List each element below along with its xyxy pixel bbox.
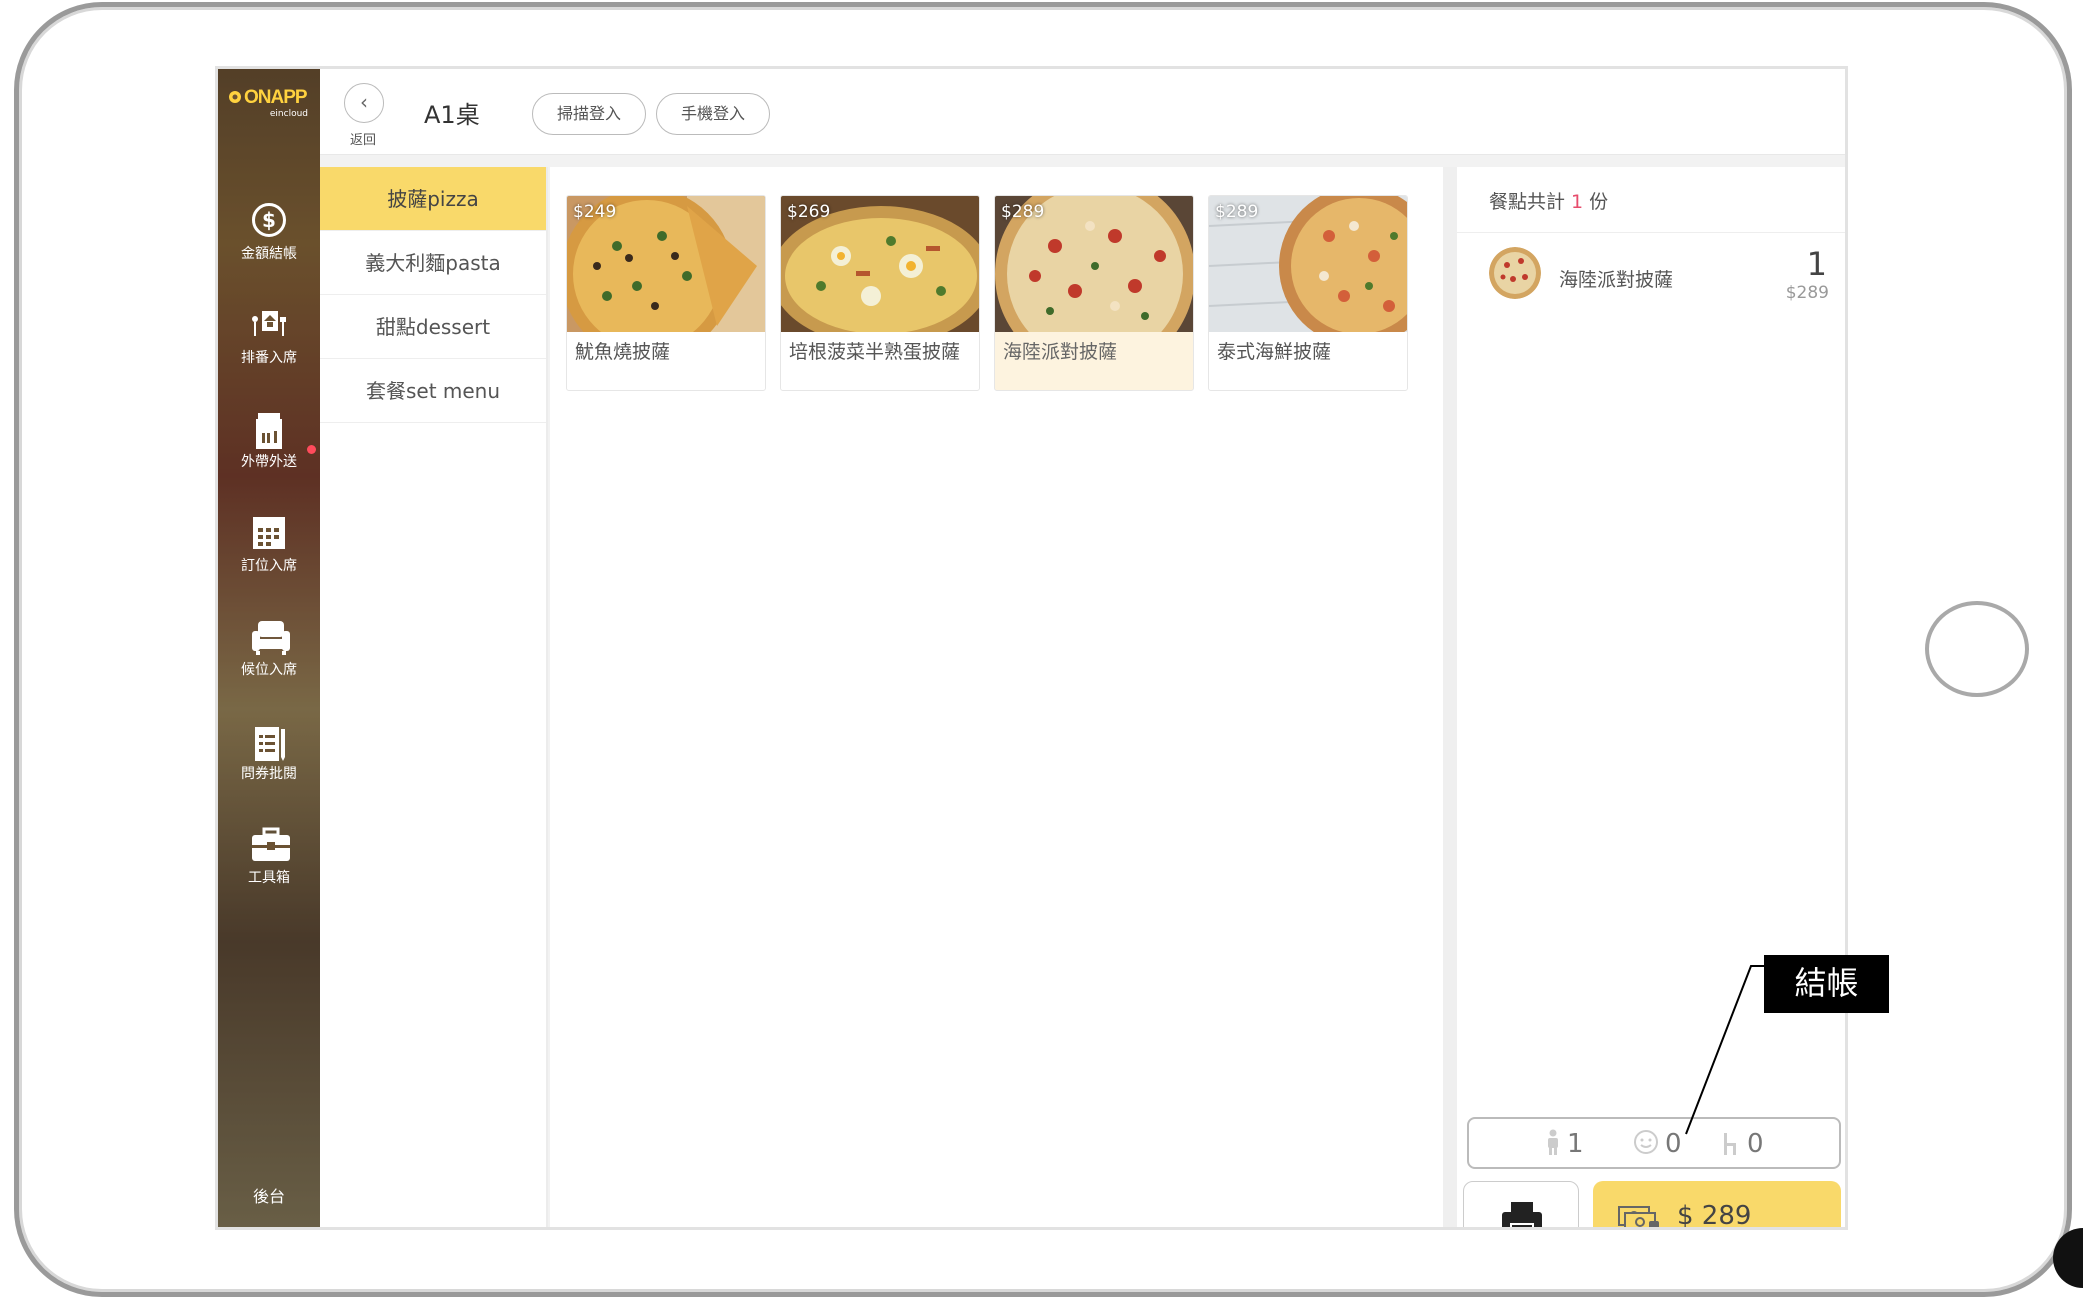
app-logo: ONAPP eincloud	[226, 87, 314, 147]
printer-icon	[1502, 1202, 1542, 1227]
sidebar-item-label: 問券批閱	[241, 766, 297, 782]
adult-count: 1	[1567, 1129, 1584, 1159]
cash-icon	[1618, 1206, 1659, 1227]
print-button[interactable]	[1463, 1181, 1579, 1227]
item-price: $249	[573, 202, 617, 222]
toolbox-icon	[250, 827, 290, 863]
calendar-icon	[250, 515, 288, 551]
takeout-bag-icon	[250, 411, 288, 449]
category-pizza[interactable]: 披薩pizza	[320, 167, 546, 231]
high-chair-count: 0	[1747, 1129, 1764, 1159]
item-price: $269	[787, 202, 831, 222]
item-name: 泰式海鮮披薩	[1217, 341, 1332, 363]
category-pasta[interactable]: 義大利麵pasta	[320, 231, 546, 295]
sidebar-item-label: 訂位入席	[241, 558, 297, 574]
home-button[interactable]	[1925, 601, 2029, 697]
armchair-icon	[250, 619, 290, 655]
sidebar-item-backend[interactable]: 後台	[218, 1183, 320, 1207]
menu-item-card-selected[interactable]: $289 海陸派對披薩	[994, 195, 1194, 391]
logo-mark: ONAPP	[226, 87, 314, 109]
order-item-name: 海陸派對披薩	[1559, 269, 1674, 291]
order-count: 1	[1571, 191, 1584, 213]
order-item-thumbnail	[1489, 247, 1541, 299]
sidebar-item-survey[interactable]: 問券批閱	[218, 723, 320, 783]
sidebar-item-checkout[interactable]: $ 金額結帳	[218, 203, 320, 263]
order-item-price: $289	[1785, 283, 1829, 303]
item-price: $289	[1215, 202, 1259, 222]
item-price: $289	[1001, 202, 1045, 222]
table-title: A1桌	[424, 101, 480, 129]
scan-login-button[interactable]: 掃描登入	[532, 93, 646, 135]
high-chair-icon	[1721, 1129, 1739, 1159]
item-name: 海陸派對披薩	[1003, 341, 1118, 363]
sidebar-item-label: 候位入席	[241, 662, 297, 678]
menu-item-card[interactable]: $269 培根菠菜半熟蛋披薩	[780, 195, 980, 391]
checkout-button[interactable]: $ 289	[1593, 1181, 1841, 1230]
order-panel: 餐點共計 1 份 海陸派對披薩 1 $289 1 0 0 $ 289	[1457, 167, 1845, 1230]
order-item-qty: 1	[1806, 245, 1827, 283]
category-dessert[interactable]: 甜點dessert	[320, 295, 546, 359]
logo-subtext: eincloud	[269, 109, 308, 119]
dollar-coin-icon: $	[250, 203, 288, 239]
adult-icon	[1545, 1129, 1561, 1159]
phone-login-button[interactable]: 手機登入	[656, 93, 770, 135]
sidebar-item-label: 工具箱	[248, 870, 290, 886]
app-screen: ONAPP eincloud $ 金額結帳 排番入席 外帶外送 訂位入席 候位入…	[215, 66, 1848, 1230]
order-summary: 餐點共計 1 份	[1457, 167, 1845, 233]
menu-item-card[interactable]: $289 泰式海鮮披薩	[1208, 195, 1408, 391]
menu-item-card[interactable]: $249 魷魚燒披薩	[566, 195, 766, 391]
checkout-total: $ 289	[1677, 1201, 1752, 1230]
back-label: 返回	[350, 133, 377, 148]
top-bar: ‹ 返回 A1桌 掃描登入 手機登入	[320, 69, 1845, 155]
guest-count-bar[interactable]: 1 0 0	[1467, 1117, 1841, 1169]
queue-table-icon	[250, 307, 288, 343]
order-summary-suffix: 份	[1589, 191, 1609, 213]
item-name: 培根菠菜半熟蛋披薩	[789, 341, 961, 363]
child-count: 0	[1665, 1129, 1682, 1159]
child-icon	[1633, 1129, 1659, 1159]
notification-badge	[307, 445, 316, 454]
category-set-menu[interactable]: 套餐set menu	[320, 359, 546, 423]
logo-text: ONAPP	[244, 87, 308, 108]
order-summary-prefix: 餐點共計	[1489, 191, 1566, 213]
survey-clipboard-icon	[250, 723, 288, 761]
annotation-callout: 結帳	[1764, 955, 1889, 1013]
sidebar-item-waitlist[interactable]: 候位入席	[218, 619, 320, 679]
sidebar-item-label: 金額結帳	[241, 246, 297, 262]
chevron-left-icon: ‹	[360, 90, 368, 114]
category-list: 披薩pizza 義大利麵pasta 甜點dessert 套餐set menu	[320, 167, 548, 1227]
order-line-item[interactable]: 海陸派對披薩 1 $289	[1457, 233, 1845, 323]
panel-divider	[1443, 167, 1457, 1227]
sidebar-item-toolbox[interactable]: 工具箱	[218, 827, 320, 887]
sidebar-item-reservation[interactable]: 訂位入席	[218, 515, 320, 575]
sidebar-item-label: 排番入席	[241, 350, 297, 366]
sidebar: ONAPP eincloud $ 金額結帳 排番入席 外帶外送 訂位入席 候位入…	[218, 69, 320, 1227]
sidebar-item-takeout[interactable]: 外帶外送	[218, 411, 320, 471]
back-button[interactable]: ‹	[344, 83, 384, 123]
item-name: 魷魚燒披薩	[575, 341, 671, 363]
menu-grid: $249 魷魚燒披薩 $269 培根菠菜半熟蛋披薩 $289 海陸派對披薩 $2…	[550, 167, 1443, 1227]
sidebar-item-label: 外帶外送	[241, 454, 297, 470]
sidebar-item-queue-seating[interactable]: 排番入席	[218, 307, 320, 367]
